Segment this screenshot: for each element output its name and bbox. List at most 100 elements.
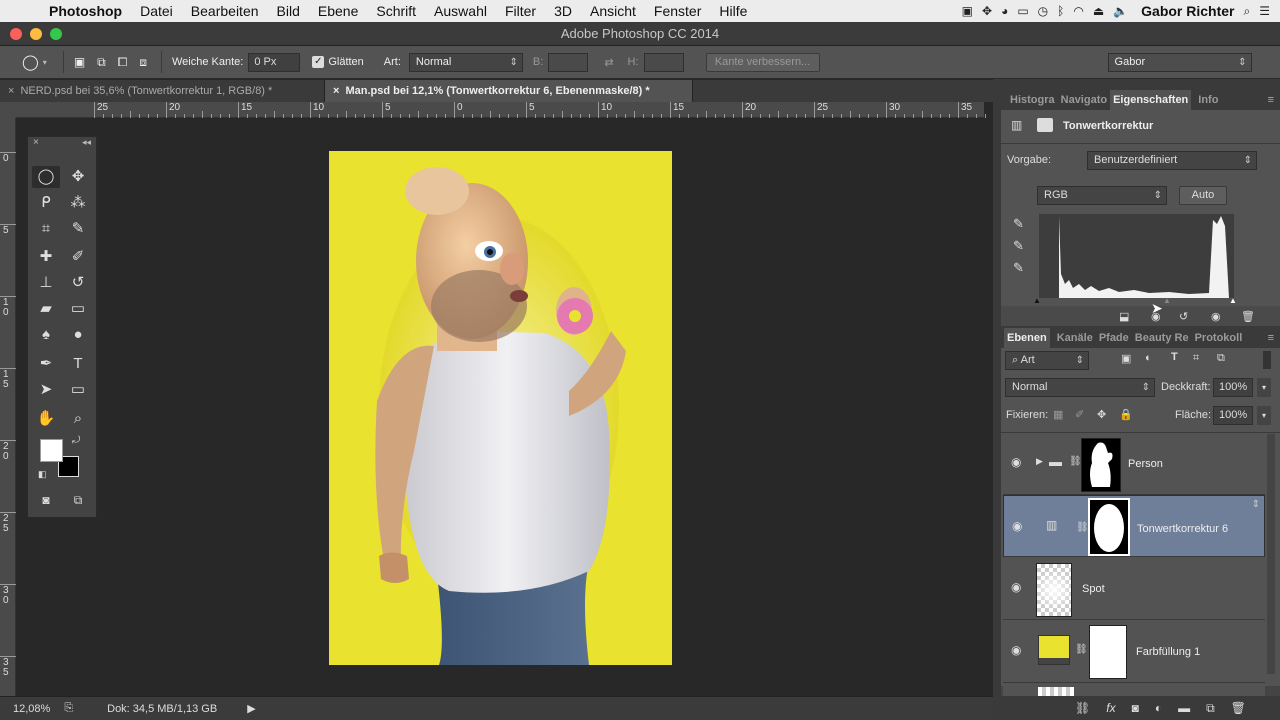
subtract-selection-icon[interactable]: ⧠ [118,55,128,70]
lasso-tool-icon[interactable]: ᑭ [32,192,60,214]
opacity-input[interactable]: 100% [1213,378,1253,397]
hand-tool-icon[interactable]: ✋ [32,408,60,430]
eye-icon[interactable]: ◉ [1011,455,1021,469]
menu-bearbeiten[interactable]: Bearbeiten [182,3,268,19]
quick-select-tool-icon[interactable]: ⁂ [64,192,92,214]
collapse-icon[interactable]: ◂◂ [82,137,91,148]
brush-tool-icon[interactable]: ✐ [64,246,92,268]
filter-pixel-icon[interactable]: ▣ [1121,352,1131,365]
zoom-level[interactable]: 12,08% [13,703,50,715]
tab-nerd[interactable]: × NERD.psd bei 35,6% (Tonwertkorrektur 1,… [0,80,325,102]
menu-hilfe[interactable]: Hilfe [710,3,756,19]
document-canvas[interactable] [329,151,672,665]
sync-icon[interactable]: ◕ [1001,4,1008,18]
black-slider-icon[interactable]: ▲ [1033,296,1041,305]
new-selection-icon[interactable]: ▣ [74,55,85,69]
blend-mode-select[interactable]: Normal [1005,378,1155,397]
tab-history[interactable]: Protokoll [1192,328,1246,348]
zoom-tool-icon[interactable]: ⌕ [64,408,92,430]
gray-slider-icon[interactable]: ▲ [1163,296,1171,305]
layer-row-partial[interactable] [1003,684,1265,696]
minimize-window-icon[interactable] [30,28,42,40]
ruler-corner[interactable] [0,102,16,118]
menu-bild[interactable]: Bild [268,3,309,19]
style-select[interactable]: Normal [408,52,523,72]
menu-filter[interactable]: Filter [496,3,545,19]
refine-edge-button[interactable]: Kante verbessern... [705,52,820,72]
expand-group-icon[interactable]: ▶ [1036,456,1043,467]
chevron-down-icon[interactable]: ▾ [43,58,47,67]
panel-menu-icon[interactable]: ≡ [1268,94,1274,106]
feather-input[interactable]: 0 Px [248,52,301,72]
zoom-window-icon[interactable] [50,28,62,40]
healing-brush-tool-icon[interactable]: ✚ [32,246,60,268]
close-window-icon[interactable] [10,28,22,40]
menu-auswahl[interactable]: Auswahl [425,3,496,19]
black-point-eyedropper-icon[interactable]: ✎ [1013,216,1024,232]
layer-mask-thumbnail[interactable] [1088,498,1130,556]
spotlight-icon[interactable]: ⌕ [1244,4,1251,19]
layer-row-person[interactable]: ◉ ▶ ▬ ⛓ Person [1003,433,1265,495]
reset-icon[interactable]: ↺ [1179,310,1188,323]
add-selection-icon[interactable]: ⧉ [97,55,106,70]
link-icon[interactable]: ⛓ [1076,519,1089,536]
eraser-tool-icon[interactable]: ▰ [32,298,60,320]
tab-beauty[interactable]: Beauty Re [1132,328,1192,348]
channel-select[interactable]: RGB [1037,186,1167,205]
white-slider-icon[interactable]: ▲ [1229,296,1237,305]
default-colors-icon[interactable]: ◧ [38,469,47,480]
antialias-checkbox[interactable]: ✓ [312,56,325,68]
clock-icon[interactable]: ◷ [1038,4,1048,18]
filter-toggle[interactable] [1263,351,1271,369]
blur-tool-icon[interactable]: ♠ [32,324,60,346]
opacity-dropdown-icon[interactable]: ▾ [1257,378,1271,397]
new-adjustment-icon[interactable]: ◐ [1155,701,1162,715]
swap-colors-icon[interactable]: ⤾ [72,435,80,446]
vertical-ruler[interactable]: 0 5 1 0 1 5 2 0 2 5 3 0 3 5 [0,118,16,696]
volume-icon[interactable]: 🔈 [1113,4,1128,18]
menu-schrift[interactable]: Schrift [367,3,425,19]
link-icon[interactable]: ⛓ [1069,456,1082,467]
mask-icon[interactable] [1037,118,1053,132]
path-select-tool-icon[interactable]: ➤ [32,379,60,401]
tab-man[interactable]: × Man.psd bei 12,1% (Tonwertkorrektur 6, … [325,80,693,102]
trash-icon[interactable]: 🗑 [1241,310,1255,323]
foreground-color-swatch[interactable] [40,439,63,462]
rectangle-tool-icon[interactable]: ▭ [64,379,92,401]
add-mask-icon[interactable]: ◙ [1132,701,1139,715]
width-input[interactable] [548,52,589,72]
airplay-icon[interactable]: ▭ [1017,4,1028,18]
menu-fenster[interactable]: Fenster [645,3,710,19]
crop-tool-icon[interactable]: ⌗ [32,218,60,240]
tab-info[interactable]: Info [1195,90,1221,110]
move-tool-icon[interactable]: ✥ [64,166,92,188]
tab-paths[interactable]: Pfade [1096,328,1132,348]
layer-mask-thumbnail[interactable] [1081,438,1121,492]
menu-ebene[interactable]: Ebene [309,3,367,19]
fill-input[interactable]: 100% [1213,406,1253,425]
new-layer-icon[interactable]: ⧉ [1206,701,1215,716]
visibility-icon[interactable]: ◉ [1211,310,1221,323]
dropbox-icon[interactable]: ✥ [982,4,992,18]
ellipse-marquee-tool-icon[interactable]: ◯ [32,166,60,188]
fx-icon[interactable]: fx [1106,701,1115,715]
white-point-eyedropper-icon[interactable]: ✎ [1013,260,1024,276]
tab-properties[interactable]: Eigenschaften [1110,90,1192,110]
swap-icon[interactable]: ⇄ [604,56,613,69]
filter-smartobject-icon[interactable]: ⧉ [1217,352,1225,365]
eyedropper-tool-icon[interactable]: ✎ [64,218,92,240]
layer-thumbnail[interactable] [1036,563,1072,617]
filter-shape-icon[interactable]: ⌗ [1193,352,1199,365]
tab-navigator[interactable]: Navigato [1058,90,1110,110]
share-icon[interactable]: ⎘ [64,702,73,715]
filter-type-icon[interactable]: T [1171,351,1178,363]
type-tool-icon[interactable]: T [64,353,92,375]
screen-mode-icon[interactable]: ⧉ [64,489,92,511]
preset-select[interactable]: Benutzerdefiniert [1087,151,1257,170]
horizontal-ruler[interactable]: 25 20 15 10 5 0 5 10 15 20 25 30 35 [16,102,1022,118]
delete-layer-icon[interactable]: 🗑 [1231,701,1246,715]
layer-mask-thumbnail[interactable] [1089,625,1127,679]
status-menu-icon[interactable]: ▶ [247,702,255,715]
layers-scrollbar[interactable] [1267,434,1275,674]
lock-pixels-icon[interactable]: ✐ [1075,408,1084,421]
